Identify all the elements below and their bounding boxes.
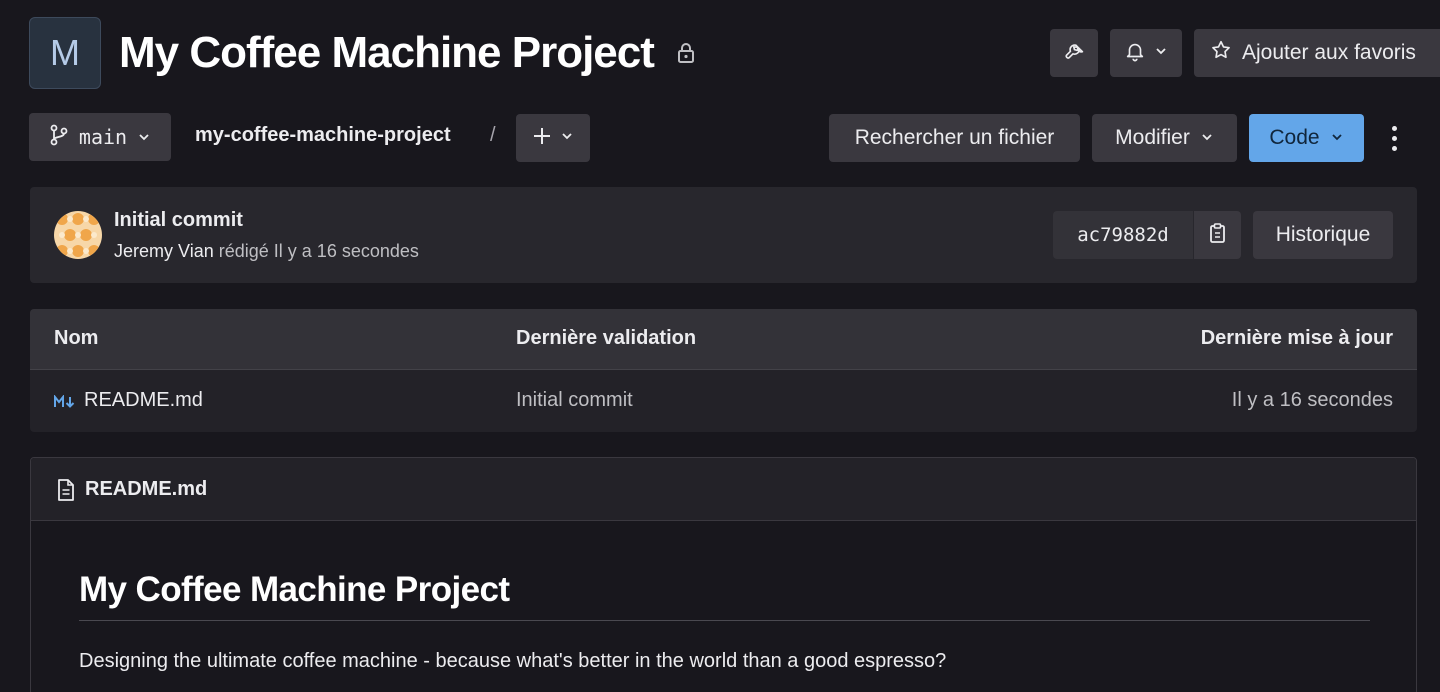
breadcrumb-project[interactable]: my-coffee-machine-project: [195, 124, 451, 147]
readme-filename[interactable]: README.md: [85, 478, 207, 501]
file-name[interactable]: README.md: [84, 389, 203, 412]
edit-label: Modifier: [1115, 126, 1190, 149]
heading-divider: [79, 620, 1370, 621]
avatar[interactable]: [54, 211, 102, 259]
chevron-down-icon: [1154, 44, 1168, 63]
copy-sha-button[interactable]: [1193, 211, 1241, 259]
notifications-button[interactable]: [1110, 29, 1182, 77]
favorite-button[interactable]: Ajouter aux favoris: [1194, 29, 1440, 77]
column-last-update: Dernière mise à jour: [1200, 327, 1393, 349]
readme-heading: My Coffee Machine Project: [79, 570, 510, 609]
column-last-commit: Dernière validation: [516, 327, 697, 349]
breadcrumb-separator: /: [490, 124, 496, 146]
branch-icon: [49, 124, 69, 151]
table-row[interactable]: README.md Initial commit Il y a 16 secon…: [30, 370, 1417, 432]
project-avatar: M: [29, 17, 101, 89]
bell-icon: [1124, 40, 1146, 67]
branch-name: main: [78, 125, 128, 149]
plus-icon: [532, 126, 552, 151]
file-icon: [57, 478, 75, 507]
commit-author[interactable]: Jeremy Vian: [114, 241, 214, 261]
star-icon: [1210, 39, 1232, 67]
clipboard-icon: [1208, 222, 1228, 249]
lock-icon: [676, 42, 696, 64]
code-label: Code: [1269, 126, 1320, 149]
settings-button[interactable]: [1050, 29, 1098, 77]
favorite-label: Ajouter aux favoris: [1242, 41, 1416, 64]
chevron-down-icon: [560, 129, 574, 148]
file-updated: Il y a 16 secondes: [1231, 389, 1393, 411]
edit-button[interactable]: Modifier: [1092, 114, 1237, 162]
commit-time: Il y a 16 secondes: [273, 241, 419, 261]
chevron-down-icon: [137, 125, 151, 149]
column-name: Nom: [54, 327, 99, 349]
commit-title[interactable]: Initial commit: [114, 209, 243, 232]
history-button[interactable]: Historique: [1253, 211, 1393, 259]
commit-sha[interactable]: ac79882d: [1053, 211, 1193, 259]
chevron-down-icon: [1200, 126, 1214, 150]
project-title: My Coffee Machine Project: [119, 28, 655, 77]
readme-panel: README.md My Coffee Machine Project Desi…: [30, 457, 1417, 692]
code-button[interactable]: Code: [1249, 114, 1364, 162]
file-last-commit[interactable]: Initial commit: [516, 389, 633, 412]
readme-paragraph: Designing the ultimate coffee machine - …: [79, 650, 947, 672]
branch-selector[interactable]: main: [29, 113, 171, 161]
commit-meta: Jeremy Vian rédigé Il y a 16 secondes: [114, 241, 419, 262]
table-header: Nom Dernière validation Dernière mise à …: [30, 309, 1417, 370]
readme-header: README.md: [31, 458, 1416, 521]
chevron-down-icon: [1330, 126, 1344, 150]
find-file-button[interactable]: Rechercher un fichier: [829, 114, 1080, 162]
commit-action: rédigé: [218, 241, 269, 261]
wrench-icon: [1063, 40, 1085, 67]
file-table: Nom Dernière validation Dernière mise à …: [30, 309, 1417, 432]
markdown-icon: [54, 392, 76, 415]
more-actions-icon[interactable]: [1384, 114, 1404, 162]
add-button[interactable]: [516, 114, 590, 162]
